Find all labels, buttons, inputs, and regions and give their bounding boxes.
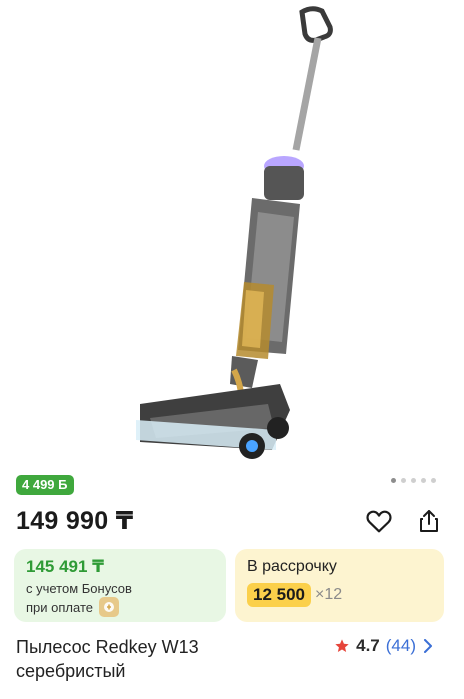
bonus-price: 145 491 ₸ [26, 557, 105, 576]
review-count[interactable]: (44) [386, 636, 416, 656]
product-title-line: Пылесос Redkey W13 [16, 637, 199, 657]
chevron-right-icon[interactable] [422, 639, 434, 653]
carousel-dot[interactable] [401, 478, 406, 483]
installment-title: В рассрочку [247, 558, 337, 575]
bonus-caption-payment: при оплате [26, 599, 93, 615]
bonus-price-card[interactable]: 145 491 ₸ с учетом Бонусов при оплате [14, 549, 226, 622]
bonus-coin-icon [98, 597, 119, 617]
share-icon [420, 510, 438, 532]
product-rating[interactable]: 4.7 (44) [334, 636, 434, 656]
heart-outline-icon [366, 510, 392, 533]
share-button[interactable] [414, 506, 444, 536]
installment-months: ×12 [315, 586, 343, 603]
carousel-dot[interactable] [411, 478, 416, 483]
star-icon [335, 639, 349, 652]
bonus-caption: с учетом Бонусов [26, 581, 132, 596]
product-title-line: серебристый [16, 661, 126, 681]
carousel-dot[interactable] [391, 478, 396, 483]
carousel-dot[interactable] [431, 478, 436, 483]
rating-score: 4.7 [356, 636, 380, 655]
product-image[interactable] [0, 0, 464, 468]
carousel-dot[interactable] [421, 478, 426, 483]
product-price: 149 990 ₸ [16, 507, 134, 535]
product-title: Пылесос Redkey W13 серебристый [16, 635, 296, 683]
installment-card[interactable]: В рассрочку 12 500 ×12 [235, 549, 444, 622]
installment-amount: 12 500 [247, 583, 311, 607]
bonus-badge: 4 499 Б [16, 475, 74, 495]
image-carousel-dots[interactable] [391, 478, 436, 483]
favorite-button[interactable] [364, 506, 394, 536]
